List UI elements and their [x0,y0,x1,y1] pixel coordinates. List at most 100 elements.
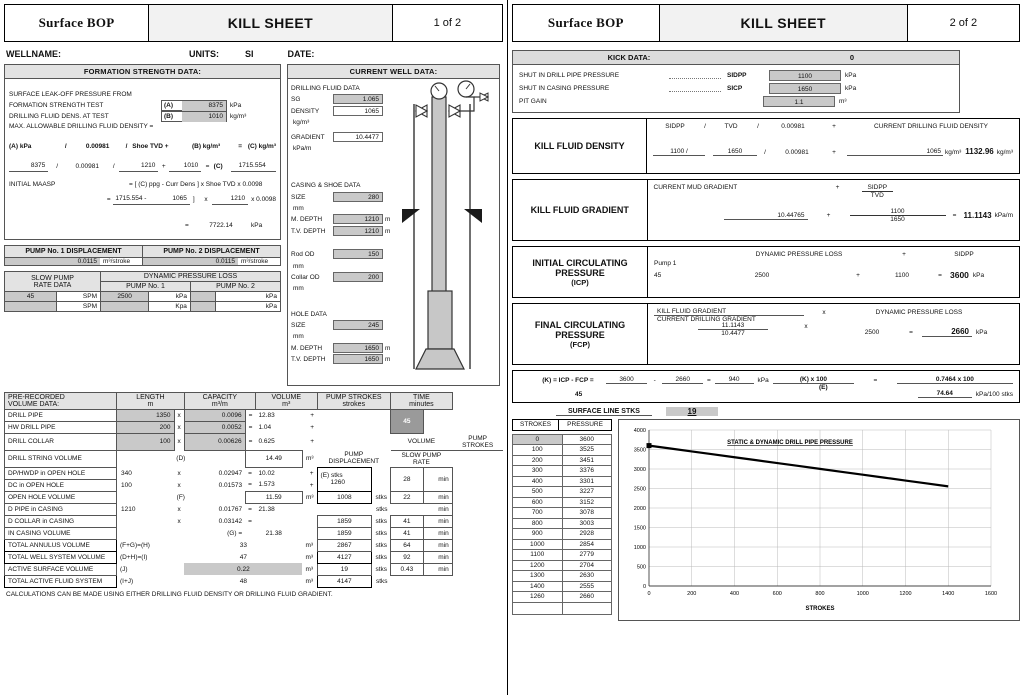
casing-size-value[interactable]: 280 [333,191,383,202]
kfd-f-slash1: / [704,123,706,130]
val-ctag: (C) [213,162,223,170]
strokes-unit-6: stks [376,577,388,585]
sicp-value[interactable]: 1650 [769,83,841,94]
drill-pipe-capacity[interactable]: 0.0096 [183,409,246,422]
slow-pump-head2: RATE DATA [33,281,72,289]
table-row: 400 3301 [512,475,612,487]
casing-md-label: M. DEPTH [291,216,323,224]
kfg-result-unit: kPa/m [994,212,1013,219]
time-row-2: 41 [390,526,424,540]
total-well-value: 47 [239,553,247,561]
page1-titlebar: Surface BOP KILL SHEET 1 of 2 [4,4,503,42]
drill-pipe-length[interactable]: 1350 [116,409,175,422]
rod-od-unit: mm [293,262,304,270]
sp-pressure-0: 3600 [561,433,612,445]
field-B[interactable]: (B) 1010 [161,111,227,123]
sidpp-value[interactable]: 1100 [769,70,841,81]
casing-tvd-value[interactable]: 1210 [333,225,383,236]
hw-drill-pipe-capacity[interactable]: 0.0052 [183,421,246,434]
dc-oh-length[interactable]: 100 [117,479,175,491]
sp-strokes-5: 500 [512,486,563,498]
spm-value-1[interactable]: 45 [4,291,57,303]
drill-collar-length[interactable]: 100 [116,433,175,451]
sicp-unit: kPa [845,85,857,92]
casing-tvd-unit: m [385,227,391,235]
row-label-drill-pipe: DRILL PIPE [4,409,117,422]
time-unit-5: min [423,562,453,576]
row-label-drill-collar: DRILL COLLAR [4,433,117,451]
svg-text:1000: 1000 [634,545,646,551]
k-numerator: (K) x 100 [772,376,855,384]
k-calculation-block: (K) = ICP - FCP = 3600 - 2660 = 940 kPa … [512,370,1020,403]
sp-strokes-2: 200 [512,454,563,466]
maasp-label: INITIAL MAASP [9,181,56,189]
time-row-3: 64 [390,538,424,552]
sidpp-label: SHUT IN DRILL PIPE PRESSURE [519,72,620,79]
dcollar-casing-length[interactable] [117,515,175,527]
sicp-abbr: SICP [727,85,743,92]
collar-od-value[interactable]: 200 [333,271,383,282]
maasp-unit: kPa [251,222,263,230]
table-row: DP/HWDP in OPEN HOLE 340 x 0.02947 = 10.… [4,466,504,492]
pump1-disp-value[interactable]: 0.0115 [5,258,100,266]
drill-collar-capacity[interactable]: 0.00626 [183,433,246,451]
density-value[interactable]: 1065 [333,105,383,116]
page2-sheet-title: KILL SHEET [659,5,908,41]
kfd-f-density-label: CURRENT DRILLING FLUID DENSITY [874,123,989,130]
pressure-chart: 0 500 1000 1500 2000 2500 3000 3500 4000 0 200 400 6… [618,419,1020,621]
sp-pressure-14: 2555 [561,580,612,592]
field-A[interactable]: (A) 8375 [161,100,227,112]
ohv-strokes: 1008 [316,490,373,504]
hole-md-value[interactable]: 1650 [333,342,383,353]
pump2-disp-value[interactable]: 0.0115 [143,258,238,266]
e-tag: (E) stks [320,472,343,479]
rod-od-value[interactable]: 150 [333,249,383,260]
hole-tvd-value[interactable]: 1650 [333,354,383,365]
spm-value-2[interactable] [4,301,57,313]
sp-pressure-11: 2779 [561,549,612,561]
table-row: 0 3600 [512,433,612,445]
dpl-pump2-unit-1: kPa [214,291,282,303]
dpl-pump2-value-2[interactable] [189,301,216,313]
sicp-row: SHUT IN CASING PRESSURE SICP 1650 kPa [519,82,953,95]
sp-pressure-4: 3301 [561,475,612,487]
kill-fluid-gradient-block: KILL FLUID GRADIENT CURRENT MUD GRADIENT… [512,179,1020,241]
dphwdp-oh-volume: 10.02 [258,469,275,477]
icp-title-1: INITIAL CIRCULATING [532,257,628,268]
col-capacity: CAPACITY [202,394,238,401]
dpl-pump1-value-2[interactable] [99,301,150,313]
sp-strokes-7: 700 [512,507,563,519]
sg-value[interactable]: 1.065 [333,94,383,105]
wellbore-diagram-svg [402,80,490,370]
drill-string-volume-row: DRILL STRING VOLUME (D) 14.49 m³ PUMP DI… [4,449,504,468]
gradient-label: GRADIENT [291,133,325,141]
total-annulus-label: TOTAL ANNULUS VOLUME [4,538,117,552]
pump1-displacement: PUMP No. 1 DISPLACEMENT 0.0115 m³/stroke [4,245,143,267]
strokes-pressure-table: 0 3600 100 3525 200 3451 300 3376 400 3301 50… [512,433,612,615]
casing-md-value[interactable]: 1210 [333,214,383,225]
dpl-pump2-value-1[interactable] [189,291,216,303]
kick-data-panel: KICK DATA: 0 SHUT IN DRILL PIPE PRESSURE… [512,50,960,113]
hole-size-unit: mm [293,333,304,341]
hole-size-value[interactable]: 245 [333,320,383,330]
pit-gain-unit: m³ [839,98,847,105]
dpl-pump1-value-1[interactable]: 2500 [99,291,150,303]
gradient-value[interactable]: 10.4477 [333,131,383,142]
col-length-unit: m [147,401,154,408]
kfg-value-fraction: 1100 1650 [849,208,946,223]
pit-gain-value[interactable]: 1.1 [763,96,835,107]
dphwdp-oh-length[interactable]: 340 [117,467,175,479]
col-capacity-unit: m³/m [211,401,228,408]
page1-header-fields: WELLNAME: UNITS: SI DATE: [6,49,503,59]
time-unit-2: min [423,526,453,540]
hole-md-label: M. DEPTH [291,344,323,352]
total-active-fluid-row: TOTAL ACTIVE FLUID SYSTEM (I+J) 48 m³ 41… [4,574,504,588]
total-active-value: 48 [239,577,247,585]
dpipe-casing-length[interactable]: 1210 [117,503,175,515]
active-surface-value[interactable]: 0.22 [184,563,303,575]
sg-label: SG [291,96,301,104]
icv-tag: (G) = [227,529,243,537]
surface-line-value[interactable]: 19 [666,407,718,416]
hole-size-label: SIZE [291,322,306,329]
hw-drill-pipe-length[interactable]: 200 [116,421,175,434]
